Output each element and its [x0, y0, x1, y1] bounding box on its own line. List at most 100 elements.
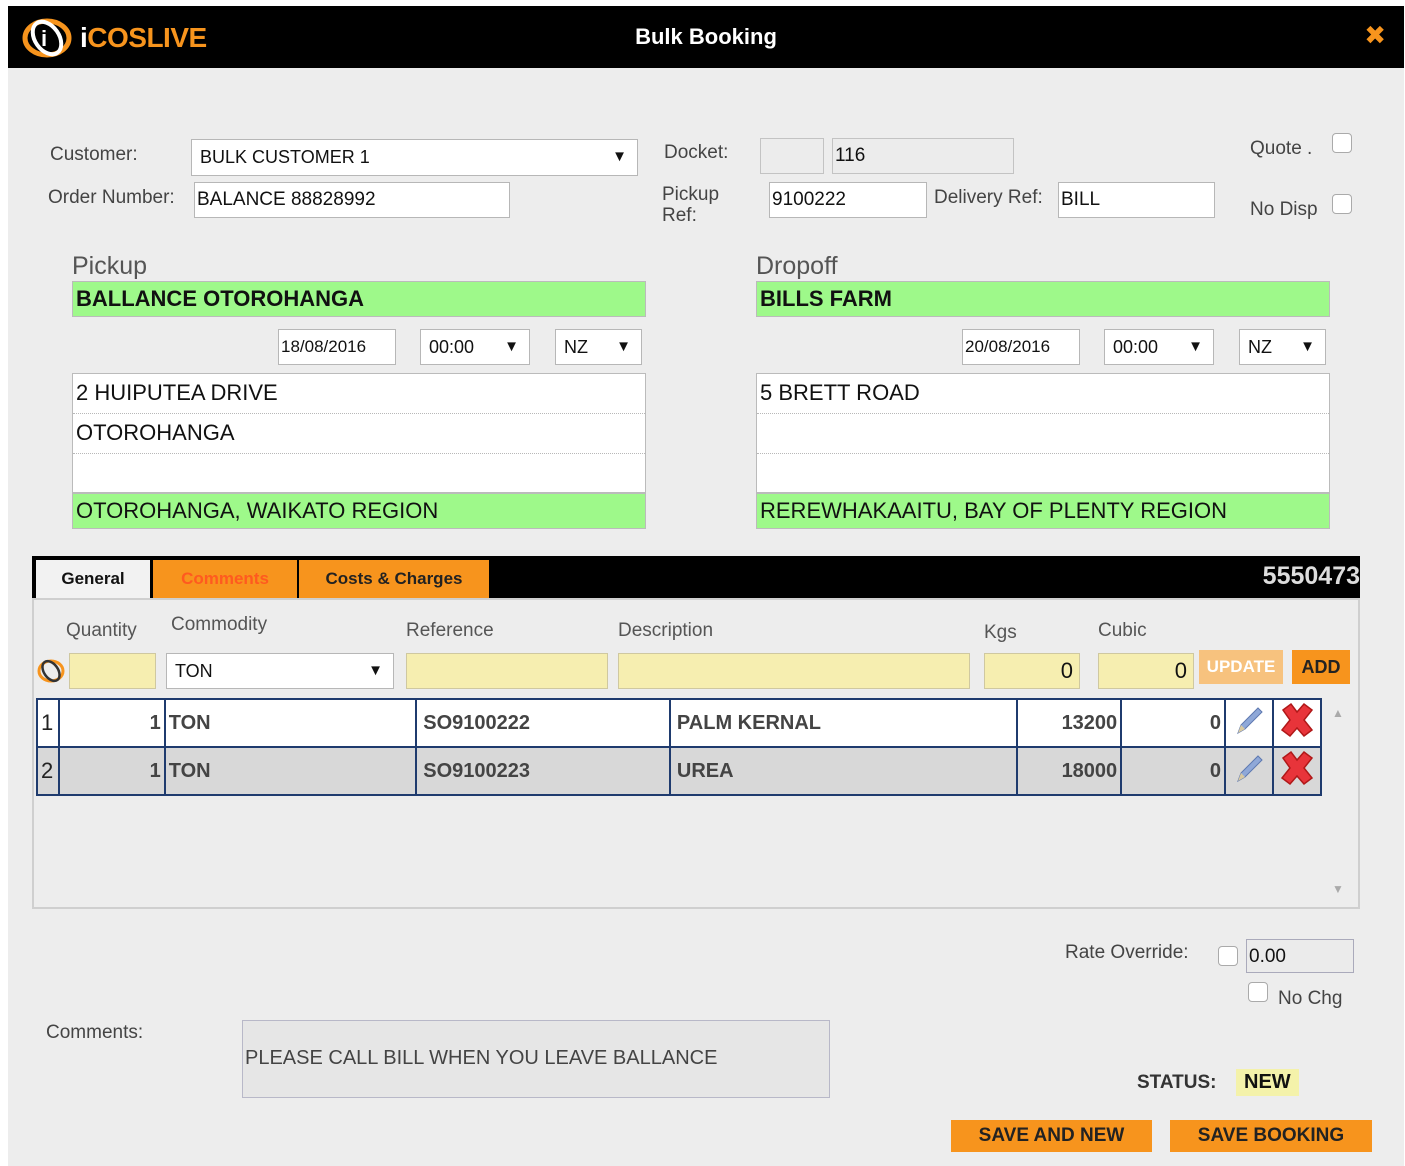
pickup-ref-label: Pickup Ref: [662, 184, 720, 226]
dropdown-arrow-icon: ▼ [616, 338, 631, 355]
dropoff-name-field[interactable]: BILLS FARM [756, 281, 1330, 317]
tab-bar: General Comments Costs & Charges 5550473 [32, 556, 1360, 598]
update-button[interactable]: UPDATE [1199, 650, 1283, 684]
scroll-up-icon[interactable]: ▲ [1332, 706, 1344, 720]
delete-x-icon[interactable] [1277, 700, 1317, 740]
commodity-select[interactable]: TON ▼ [166, 653, 394, 689]
tab-comments[interactable]: Comments [153, 560, 297, 598]
quote-label: Quote . [1250, 138, 1313, 159]
dropoff-region-field[interactable]: REREWHAKAAITU, BAY OF PLENTY REGION [756, 493, 1330, 529]
row-description: UREA [668, 746, 1019, 796]
dropoff-time-value: 00:00 [1113, 337, 1159, 357]
reference-input[interactable] [406, 653, 608, 689]
rate-override-label: Rate Override: [1065, 942, 1189, 963]
customer-select-value: BULK CUSTOMER 1 [200, 147, 370, 167]
docket-number-input[interactable]: 116 [832, 138, 1014, 174]
order-number-input[interactable]: BALANCE 88828992 [194, 182, 510, 218]
dropoff-time-select[interactable]: 00:00 ▼ [1104, 329, 1214, 365]
dropoff-date-input[interactable]: 20/08/2016 [962, 329, 1080, 365]
save-and-new-button[interactable]: SAVE AND NEW [951, 1120, 1152, 1152]
pickup-address-line-3[interactable] [73, 454, 645, 494]
docket-prefix-input[interactable] [760, 138, 824, 174]
no-disp-label: No Disp [1250, 199, 1318, 220]
comments-textarea[interactable]: PLEASE CALL BILL WHEN YOU LEAVE BALLANCE [242, 1020, 830, 1098]
rate-override-checkbox[interactable] [1218, 946, 1238, 966]
row-reference: SO9100222 [415, 698, 671, 748]
title-bar: i iCOSLIVE Bulk Booking ✖ [8, 6, 1404, 68]
dropdown-arrow-icon: ▼ [504, 338, 519, 355]
edit-cell [1223, 746, 1274, 796]
quote-checkbox[interactable] [1332, 133, 1352, 153]
row-quantity: 1 [57, 698, 166, 748]
pickup-title: Pickup [72, 252, 148, 280]
dropoff-title: Dropoff [756, 252, 838, 280]
row-cubic: 0 [1120, 698, 1226, 748]
row-commodity: TON [163, 746, 418, 796]
pencil-icon[interactable] [1232, 703, 1266, 737]
pickup-address-line-1[interactable]: 2 HUIPUTEA DRIVE [73, 374, 645, 414]
status-badge: NEW [1236, 1069, 1299, 1096]
booking-lines-table: 1 1 TON SO9100222 PALM KERNAL 13200 0 2 … [36, 698, 1323, 796]
pickup-name-field[interactable]: BALLANCE OTOROHANGA [72, 281, 646, 317]
col-reference: Reference [406, 620, 494, 641]
comments-label: Comments: [46, 1022, 144, 1043]
row-index: 1 [36, 698, 60, 748]
row-quantity: 1 [57, 746, 166, 796]
edit-cell [1223, 698, 1274, 748]
dropoff-address-box: 5 BRETT ROAD [756, 373, 1330, 494]
cubic-input[interactable]: 0 [1098, 653, 1194, 689]
delivery-ref-input[interactable]: BILL [1058, 182, 1215, 218]
col-description: Description [618, 620, 714, 641]
pickup-ref-input[interactable]: 9100222 [769, 182, 927, 218]
col-kgs: Kgs [984, 622, 1017, 643]
row-kgs: 18000 [1016, 746, 1123, 796]
dropdown-arrow-icon: ▼ [368, 662, 383, 679]
quantity-input[interactable] [69, 653, 156, 689]
pickup-address-line-2[interactable]: OTOROHANGA [73, 414, 645, 454]
dropoff-address-line-2[interactable] [757, 414, 1329, 454]
delete-cell [1271, 698, 1323, 748]
col-quantity: Quantity [66, 620, 137, 641]
pickup-tz-select[interactable]: NZ ▼ [555, 329, 642, 365]
rate-override-input[interactable]: 0.00 [1246, 939, 1354, 973]
close-icon[interactable]: ✖ [1364, 20, 1386, 51]
customer-select[interactable]: BULK CUSTOMER 1 ▼ [191, 139, 638, 176]
no-chg-checkbox[interactable] [1248, 982, 1268, 1002]
bulk-booking-window: i iCOSLIVE Bulk Booking ✖ Customer: BULK… [8, 6, 1404, 1166]
window-title: Bulk Booking [635, 24, 777, 49]
kgs-input[interactable]: 0 [984, 653, 1080, 689]
delivery-ref-label: Delivery Ref: [934, 187, 1043, 208]
customer-label: Customer: [50, 144, 138, 165]
description-input[interactable] [618, 653, 970, 689]
row-cubic: 0 [1120, 746, 1226, 796]
pencil-icon[interactable] [1232, 751, 1266, 785]
tab-costs-charges[interactable]: Costs & Charges [299, 560, 489, 598]
dropdown-arrow-icon: ▼ [1188, 338, 1203, 355]
row-commodity: TON [163, 698, 418, 748]
no-chg-label: No Chg [1278, 988, 1343, 1009]
add-button[interactable]: ADD [1292, 650, 1350, 684]
table-row[interactable]: 1 1 TON SO9100222 PALM KERNAL 13200 0 [36, 698, 1323, 748]
pickup-tz-value: NZ [564, 337, 588, 357]
row-reference: SO9100223 [415, 746, 671, 796]
save-booking-button[interactable]: SAVE BOOKING [1170, 1120, 1372, 1152]
dropoff-address-line-1[interactable]: 5 BRETT ROAD [757, 374, 1329, 414]
scroll-down-icon[interactable]: ▼ [1332, 882, 1344, 896]
pickup-date-input[interactable]: 18/08/2016 [278, 329, 396, 365]
pickup-region-field[interactable]: OTOROHANGA, WAIKATO REGION [72, 493, 646, 529]
docket-label: Docket: [664, 142, 729, 163]
row-index: 2 [36, 746, 60, 796]
dropoff-tz-select[interactable]: NZ ▼ [1239, 329, 1326, 365]
col-cubic: Cubic [1098, 620, 1147, 641]
no-disp-checkbox[interactable] [1332, 194, 1352, 214]
pickup-time-select[interactable]: 00:00 ▼ [420, 329, 530, 365]
table-row[interactable]: 2 1 TON SO9100223 UREA 18000 0 [36, 746, 1323, 796]
row-kgs: 13200 [1016, 698, 1123, 748]
dropoff-address-line-3[interactable] [757, 454, 1329, 494]
docket-number-display: 5550473 [1262, 562, 1360, 590]
col-commodity: Commodity [171, 614, 268, 635]
delete-x-icon[interactable] [1277, 748, 1317, 788]
dropdown-arrow-icon: ▼ [1300, 338, 1315, 355]
tab-general[interactable]: General [36, 560, 150, 598]
pickup-address-box: 2 HUIPUTEA DRIVE OTOROHANGA [72, 373, 646, 494]
